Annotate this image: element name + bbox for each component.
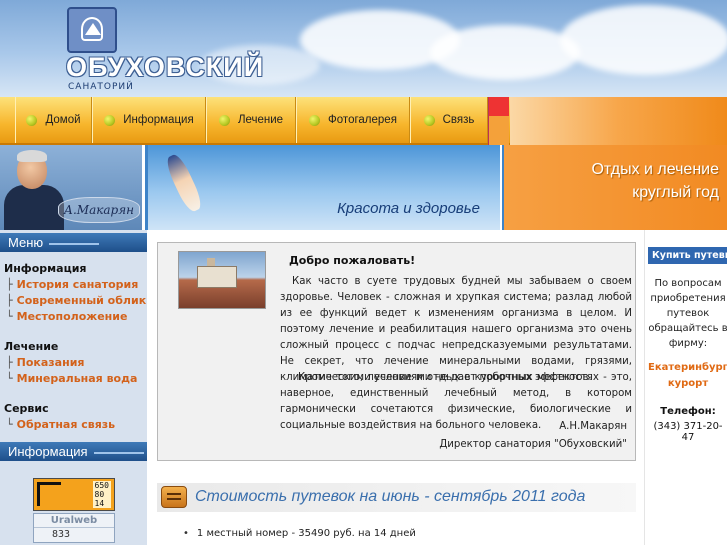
sanatorium-photo[interactable] xyxy=(178,251,266,309)
nav-photogallery-label: Фотогалерея xyxy=(328,114,397,126)
banner-image: Красота и здоровье xyxy=(148,145,502,230)
jumping-girl-image xyxy=(163,152,205,214)
director-portrait: А.Макарян xyxy=(0,145,145,230)
site-title: ОБУХОВСКИЙ xyxy=(66,52,265,82)
arrow-icon xyxy=(37,482,61,506)
bullet-icon xyxy=(104,114,116,126)
menu-section-service: Сервис └ Обратная связь xyxy=(0,401,147,433)
info-header: Информация xyxy=(0,442,147,461)
cloud-decoration xyxy=(560,5,727,75)
nav-home[interactable]: Домой xyxy=(15,97,92,143)
agency-link[interactable]: Екатеринбург-курорт xyxy=(648,360,727,392)
bullet-icon xyxy=(26,114,38,126)
menu-category-service: Сервис xyxy=(4,402,49,415)
menu-link-feedback[interactable]: └ Обратная связь xyxy=(4,417,147,433)
nav-information-label: Информация xyxy=(123,114,194,126)
banner-right-panel: Отдых и лечение круглый год xyxy=(504,145,727,230)
bullet-icon xyxy=(218,114,230,126)
buy-voucher-text: По вопросам приобретения путевок обращай… xyxy=(648,278,727,349)
menu-link-label: Показания xyxy=(16,356,85,369)
banner-tagline: Отдых и лечение круглый год xyxy=(591,158,719,204)
price-list: 1 местный номер - 35490 руб. на 14 дней xyxy=(183,527,416,541)
nav-photogallery[interactable]: Фотогалерея xyxy=(296,97,410,143)
banner-tagline-line1: Отдых и лечение xyxy=(591,161,719,178)
briefcase-icon xyxy=(161,486,187,508)
menu-title: Меню xyxy=(8,235,44,250)
nav-contact-label: Связь xyxy=(442,114,475,126)
menu-link-location[interactable]: └ Местоположение xyxy=(4,309,147,325)
menu-section-treatment: Лечение ├ Показания └ Минеральная вода xyxy=(0,339,147,387)
menu-link-label: История санатория xyxy=(16,278,139,291)
bullet-icon xyxy=(309,114,321,126)
sanatorium-logo-icon[interactable] xyxy=(67,7,117,53)
left-sidebar: Меню Информация ├ История санатория ├ Совр… xyxy=(0,230,147,545)
nav-home-label: Домой xyxy=(45,114,81,126)
nav-treatment[interactable]: Лечение xyxy=(206,97,296,143)
price-title: Стоимость путевок на июнь - сентябрь 201… xyxy=(195,488,586,505)
price-section-header: Стоимость путевок на июнь - сентябрь 201… xyxy=(157,483,636,512)
nav-contact[interactable]: Связь xyxy=(410,97,488,143)
counter-number: 80 xyxy=(94,490,105,499)
menu-link-history[interactable]: ├ История санатория xyxy=(4,277,147,293)
liveinternet-counter[interactable]: 650 80 14 xyxy=(33,478,115,511)
menu-link-indications[interactable]: ├ Показания xyxy=(4,355,147,371)
header-orange-panel xyxy=(510,97,727,145)
menu-link-label: Минеральная вода xyxy=(16,372,138,385)
menu-category-treatment: Лечение xyxy=(4,340,59,353)
site-header: ОБУХОВСКИЙ САНАТОРИЙ xyxy=(0,0,727,97)
menu-category-information: Информация xyxy=(4,262,87,275)
menu-link-label: Обратная связь xyxy=(16,418,116,431)
main-nav: Домой Информация Лечение Фотогалерея Свя… xyxy=(0,97,510,145)
welcome-box: Добро пожаловать! Как часто в суете труд… xyxy=(157,242,636,461)
buy-voucher-header[interactable]: Купить путевку xyxy=(648,247,727,264)
phone-value: (343) 371-20-47 xyxy=(653,421,723,443)
counter-numbers: 650 80 14 xyxy=(92,481,111,508)
bullet-icon xyxy=(423,114,435,126)
menu-section-information: Информация ├ История санатория ├ Современн… xyxy=(0,261,147,325)
uralweb-counter-title: Uralweb xyxy=(50,515,98,526)
price-item: 1 местный номер - 35490 руб. на 14 дней xyxy=(183,527,416,541)
menu-link-modern-look[interactable]: ├ Современный облик xyxy=(4,293,147,309)
director-signature: А.Макарян xyxy=(58,197,140,223)
menu-link-label: Местоположение xyxy=(16,310,128,323)
banner-slogan: Красота и здоровье xyxy=(337,200,480,217)
nav-information[interactable]: Информация xyxy=(92,97,206,143)
nav-end-decoration xyxy=(488,97,509,145)
counter-number: 650 xyxy=(94,481,109,490)
menu-header: Меню xyxy=(0,233,147,252)
nav-treatment-label: Лечение xyxy=(237,114,284,126)
cloud-decoration xyxy=(430,25,580,80)
uralweb-counter[interactable]: Uralweb 833 xyxy=(33,513,115,543)
uralweb-counter-value: 833 xyxy=(34,527,114,542)
counter-number: 14 xyxy=(94,499,105,508)
right-sidebar: Купить путевку По вопросам приобретения … xyxy=(644,230,727,545)
signature-role: Директор санатория "Обуховский" xyxy=(439,439,627,450)
menu-link-mineral-water[interactable]: └ Минеральная вода xyxy=(4,371,147,387)
main-content: Добро пожаловать! Как часто в суете труд… xyxy=(147,230,644,545)
phone-label: Телефон: xyxy=(660,406,716,417)
info-title: Информация xyxy=(8,444,88,459)
site-subtitle: САНАТОРИЙ xyxy=(68,82,134,92)
banner-tagline-line2: круглый год xyxy=(632,184,719,201)
welcome-title: Добро пожаловать! xyxy=(289,254,416,267)
menu-link-label: Современный облик xyxy=(16,294,147,307)
signature-name: А.Н.Макарян xyxy=(559,421,627,432)
